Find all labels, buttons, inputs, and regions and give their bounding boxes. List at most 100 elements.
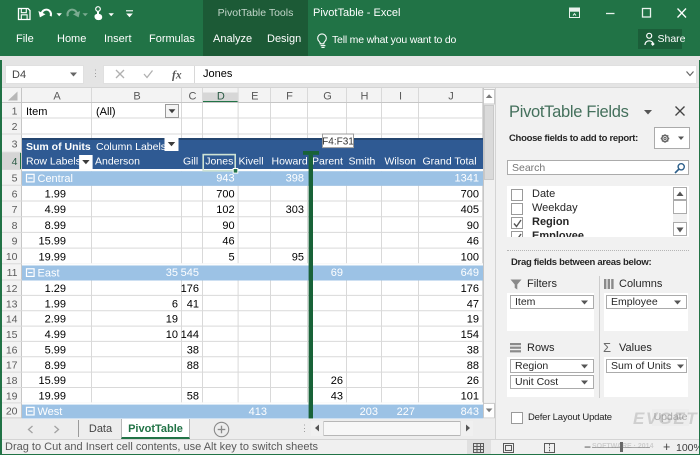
svg-text:47: 47	[467, 298, 479, 310]
svg-text:700: 700	[216, 188, 234, 200]
svg-text:Central: Central	[38, 173, 73, 185]
svg-text:7: 7	[12, 204, 18, 216]
svg-text:West: West	[38, 406, 63, 418]
svg-text:35: 35	[166, 267, 178, 279]
svg-text:46: 46	[467, 236, 479, 248]
svg-text:154: 154	[461, 329, 479, 341]
svg-text:8.99: 8.99	[45, 220, 66, 232]
svg-text:12: 12	[6, 283, 18, 295]
svg-text:fx: fx	[172, 70, 182, 82]
svg-text:176: 176	[461, 283, 479, 295]
svg-text:405: 405	[461, 204, 479, 216]
svg-text:2: 2	[12, 121, 18, 133]
svg-text:C: C	[189, 91, 197, 103]
svg-text:E: E	[251, 91, 258, 103]
svg-text:1: 1	[12, 105, 18, 117]
svg-text:H: H	[361, 91, 369, 103]
svg-text:Jones: Jones	[205, 156, 233, 168]
svg-text:15.99: 15.99	[38, 236, 66, 248]
svg-text:3: 3	[12, 138, 18, 150]
svg-text:16: 16	[6, 344, 18, 356]
svg-text:4.99: 4.99	[45, 329, 66, 341]
svg-text:6: 6	[12, 188, 18, 200]
svg-text:Item: Item	[26, 106, 47, 118]
svg-text:Howard: Howard	[272, 156, 308, 168]
svg-text:303: 303	[286, 204, 304, 216]
svg-text:649: 649	[461, 267, 479, 279]
svg-text:19.99: 19.99	[38, 251, 66, 263]
svg-text:13: 13	[6, 298, 18, 310]
svg-text:Row Labels: Row Labels	[26, 156, 81, 168]
svg-text:545: 545	[181, 267, 199, 279]
svg-text:88: 88	[187, 360, 199, 372]
svg-text:Sum of Units: Sum of Units	[26, 141, 91, 153]
svg-text:G: G	[323, 91, 332, 103]
svg-text:(All): (All)	[96, 106, 116, 118]
svg-text:Grand Total: Grand Total	[423, 156, 477, 168]
svg-text:4.99: 4.99	[45, 204, 66, 216]
svg-text:1341: 1341	[455, 173, 479, 185]
svg-text:J: J	[448, 91, 454, 103]
svg-text:I: I	[399, 91, 402, 103]
svg-text:413: 413	[249, 406, 267, 418]
svg-text:19: 19	[467, 314, 479, 326]
svg-text:88: 88	[467, 360, 479, 372]
svg-text:A: A	[53, 91, 61, 103]
svg-text:398: 398	[286, 173, 304, 185]
svg-text:46: 46	[222, 236, 234, 248]
svg-text:15: 15	[6, 329, 18, 341]
svg-text:1.29: 1.29	[45, 283, 66, 295]
svg-text:Anderson: Anderson	[95, 156, 140, 168]
svg-text:19: 19	[166, 314, 178, 326]
svg-text:D: D	[217, 91, 225, 103]
svg-text:19.99: 19.99	[38, 391, 66, 403]
svg-text:176: 176	[181, 283, 199, 295]
svg-text:943: 943	[216, 173, 234, 185]
svg-text:90: 90	[467, 220, 479, 232]
svg-text:5.99: 5.99	[45, 344, 66, 356]
svg-text:1.99: 1.99	[45, 298, 66, 310]
svg-text:F4:F31: F4:F31	[322, 136, 354, 147]
svg-text:8.99: 8.99	[45, 360, 66, 372]
svg-text:700: 700	[461, 188, 479, 200]
svg-text:10: 10	[166, 329, 178, 341]
svg-text:Column Labels: Column Labels	[96, 141, 166, 153]
svg-text:43: 43	[331, 391, 343, 403]
svg-text:11: 11	[7, 267, 18, 279]
svg-text:100: 100	[461, 251, 479, 263]
svg-text:Kivell: Kivell	[239, 156, 264, 168]
svg-text:4: 4	[12, 156, 18, 168]
svg-text:15.99: 15.99	[38, 375, 66, 387]
svg-text:19: 19	[6, 390, 18, 402]
svg-text:18: 18	[6, 375, 18, 387]
svg-text:6: 6	[172, 298, 178, 310]
svg-text:Parent: Parent	[312, 156, 343, 168]
svg-text:144: 144	[181, 329, 199, 341]
svg-text:38: 38	[187, 344, 199, 356]
svg-text:2.99: 2.99	[45, 314, 66, 326]
svg-text:203: 203	[360, 406, 378, 418]
svg-text:East: East	[38, 267, 60, 279]
svg-text:58: 58	[187, 391, 199, 403]
svg-text:41: 41	[187, 298, 199, 310]
svg-text:843: 843	[461, 406, 479, 418]
svg-text:9: 9	[12, 235, 18, 247]
svg-text:17: 17	[6, 360, 18, 372]
svg-text:8: 8	[12, 220, 18, 232]
svg-text:95: 95	[292, 251, 304, 263]
svg-text:5: 5	[228, 251, 234, 263]
svg-text:102: 102	[216, 204, 234, 216]
svg-text:1.99: 1.99	[45, 188, 66, 200]
svg-text:10: 10	[6, 251, 18, 263]
svg-text:69: 69	[331, 267, 343, 279]
svg-text:101: 101	[461, 391, 479, 403]
svg-text:B: B	[133, 91, 140, 103]
svg-text:5: 5	[12, 173, 18, 185]
svg-text:Smith: Smith	[349, 156, 376, 168]
svg-text:20: 20	[6, 406, 18, 418]
svg-text:F: F	[286, 91, 293, 103]
svg-text:26: 26	[331, 375, 343, 387]
svg-text:227: 227	[397, 406, 415, 418]
svg-text:14: 14	[6, 314, 18, 326]
svg-text:Gill: Gill	[183, 156, 198, 168]
